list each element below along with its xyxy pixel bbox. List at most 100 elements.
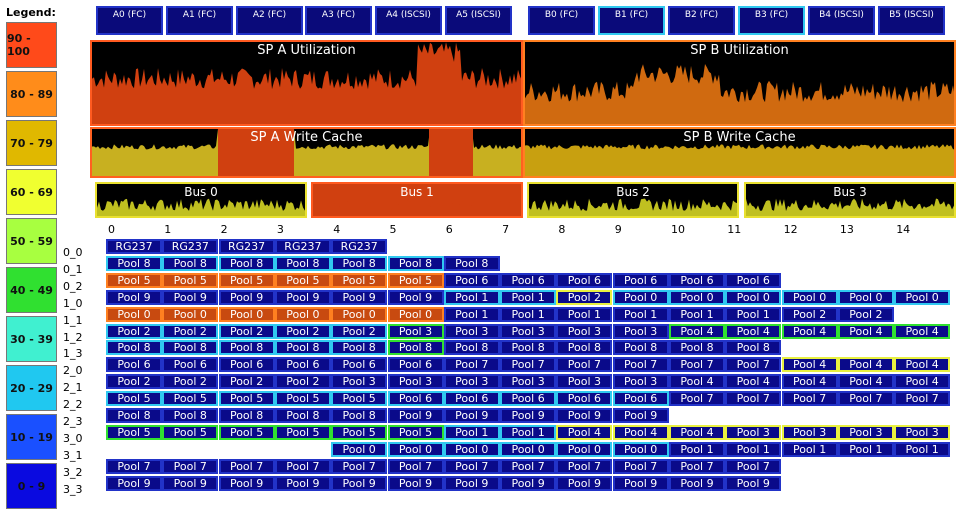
disk-cell[interactable]: Pool 7 xyxy=(556,458,613,474)
disk-cell[interactable]: Pool 6 xyxy=(387,357,444,373)
disk-cell[interactable]: Pool 0 xyxy=(387,306,444,322)
disk-cell[interactable]: Pool 0 xyxy=(274,306,331,322)
disk-cell[interactable]: Pool 4 xyxy=(894,323,951,339)
disk-cell[interactable]: Pool 2 xyxy=(218,323,275,339)
disk-cell[interactable]: Pool 4 xyxy=(781,323,838,339)
disk-cell[interactable]: Pool 0 xyxy=(669,289,725,305)
disk-cell[interactable]: Pool 3 xyxy=(387,374,444,390)
disk-cell[interactable]: Pool 2 xyxy=(556,289,613,305)
disk-cell[interactable]: Pool 8 xyxy=(443,340,500,356)
disk-cell[interactable]: Pool 8 xyxy=(331,340,388,356)
disk-cell[interactable]: Pool 4 xyxy=(669,424,725,440)
disk-cell[interactable]: Pool 9 xyxy=(669,475,725,491)
disk-cell[interactable]: Pool 1 xyxy=(725,441,782,457)
disk-cell[interactable]: Pool 6 xyxy=(669,272,725,288)
disk-cell[interactable]: Pool 3 xyxy=(781,424,838,440)
disk-cell[interactable]: Pool 9 xyxy=(443,408,500,423)
disk-cell[interactable]: Pool 4 xyxy=(556,424,613,440)
disk-cell[interactable]: Pool 1 xyxy=(837,441,894,457)
disk-cell[interactable]: Pool 8 xyxy=(387,340,444,356)
disk-cell[interactable]: Pool 0 xyxy=(331,306,388,322)
disk-cell[interactable]: Pool 7 xyxy=(669,357,725,373)
disk-cell[interactable]: RG237 xyxy=(162,239,219,254)
disk-cell[interactable]: Pool 8 xyxy=(669,340,725,356)
disk-cell[interactable]: Pool 8 xyxy=(725,340,782,356)
disk-cell[interactable]: Pool 6 xyxy=(556,391,613,407)
disk-cell[interactable]: Pool 4 xyxy=(781,374,838,390)
disk-cell[interactable]: Pool 8 xyxy=(106,255,162,271)
disk-cell[interactable]: Pool 9 xyxy=(162,289,219,305)
disk-cell[interactable]: Pool 0 xyxy=(837,289,894,305)
disk-cell[interactable]: Pool 5 xyxy=(331,424,388,440)
disk-cell[interactable]: Pool 1 xyxy=(443,289,500,305)
disk-cell[interactable]: Pool 3 xyxy=(612,323,669,339)
disk-cell[interactable]: Pool 9 xyxy=(106,289,162,305)
disk-cell[interactable]: Pool 2 xyxy=(106,323,162,339)
disk-cell[interactable]: Pool 6 xyxy=(612,272,669,288)
disk-cell[interactable]: RG237 xyxy=(218,239,275,254)
disk-cell[interactable]: Pool 8 xyxy=(387,255,444,271)
disk-cell[interactable]: Pool 9 xyxy=(612,408,669,423)
disk-cell[interactable]: Pool 7 xyxy=(669,391,725,407)
disk-cell[interactable]: Pool 9 xyxy=(387,289,444,305)
disk-cell[interactable]: Pool 4 xyxy=(725,323,782,339)
disk-cell[interactable]: Pool 0 xyxy=(556,441,613,457)
disk-cell[interactable]: Pool 7 xyxy=(443,458,500,474)
disk-cell[interactable]: Pool 1 xyxy=(500,306,557,322)
disk-cell[interactable]: Pool 7 xyxy=(725,391,782,407)
disk-cell[interactable]: Pool 1 xyxy=(500,424,557,440)
disk-cell[interactable]: Pool 0 xyxy=(725,289,782,305)
disk-cell[interactable]: Pool 8 xyxy=(162,408,219,423)
disk-cell[interactable]: Pool 0 xyxy=(781,289,838,305)
disk-cell[interactable]: Pool 6 xyxy=(162,357,219,373)
disk-cell[interactable]: Pool 8 xyxy=(162,255,219,271)
disk-cell[interactable]: Pool 9 xyxy=(387,408,444,423)
disk-cell[interactable]: Pool 0 xyxy=(218,306,275,322)
disk-cell[interactable]: Pool 5 xyxy=(162,272,219,288)
disk-cell[interactable]: Pool 3 xyxy=(443,374,500,390)
disk-cell[interactable]: Pool 7 xyxy=(725,357,782,373)
disk-cell[interactable]: Pool 2 xyxy=(837,306,894,322)
disk-cell[interactable]: Pool 2 xyxy=(274,323,331,339)
disk-cell[interactable]: Pool 4 xyxy=(894,357,951,373)
disk-cell[interactable]: Pool 8 xyxy=(218,255,275,271)
disk-cell[interactable]: Pool 9 xyxy=(612,475,669,491)
disk-cell[interactable]: Pool 6 xyxy=(331,357,388,373)
disk-cell[interactable]: Pool 5 xyxy=(274,424,331,440)
disk-cell[interactable]: Pool 9 xyxy=(218,475,275,491)
disk-cell[interactable]: Pool 8 xyxy=(106,340,162,356)
disk-cell[interactable]: Pool 8 xyxy=(218,408,275,423)
disk-cell[interactable]: Pool 1 xyxy=(500,289,557,305)
disk-cell[interactable]: Pool 7 xyxy=(837,391,894,407)
port-box[interactable]: A4 (ISCSI) xyxy=(375,6,442,35)
disk-cell[interactable]: Pool 7 xyxy=(218,458,275,474)
disk-cell[interactable]: Pool 7 xyxy=(106,458,162,474)
disk-cell[interactable]: Pool 9 xyxy=(106,475,162,491)
disk-cell[interactable]: Pool 7 xyxy=(331,458,388,474)
disk-cell[interactable]: Pool 4 xyxy=(669,374,725,390)
port-box[interactable]: B3 (FC) xyxy=(738,6,805,35)
disk-cell[interactable]: Pool 5 xyxy=(162,391,219,407)
disk-cell[interactable]: Pool 4 xyxy=(612,424,669,440)
disk-cell[interactable]: Pool 8 xyxy=(443,255,500,271)
disk-cell[interactable]: Pool 4 xyxy=(837,374,894,390)
disk-cell[interactable]: Pool 2 xyxy=(331,323,388,339)
disk-cell[interactable]: RG237 xyxy=(331,239,388,254)
port-box[interactable]: A1 (FC) xyxy=(166,6,233,35)
disk-cell[interactable]: Pool 1 xyxy=(669,441,725,457)
disk-cell[interactable]: Pool 9 xyxy=(274,289,331,305)
disk-cell[interactable]: Pool 1 xyxy=(781,441,838,457)
disk-cell[interactable]: RG237 xyxy=(106,239,162,254)
disk-cell[interactable]: Pool 8 xyxy=(218,340,275,356)
disk-cell[interactable]: Pool 2 xyxy=(274,374,331,390)
disk-cell[interactable]: Pool 5 xyxy=(331,391,388,407)
disk-cell[interactable]: Pool 2 xyxy=(162,374,219,390)
sp-b-write-cache-panel[interactable]: SP B Write Cache xyxy=(523,127,956,178)
disk-cell[interactable]: Pool 0 xyxy=(106,306,162,322)
disk-cell[interactable]: Pool 6 xyxy=(387,391,444,407)
disk-cell[interactable]: Pool 9 xyxy=(274,475,331,491)
disk-cell[interactable]: Pool 0 xyxy=(500,441,557,457)
bus-panel[interactable]: Bus 1 xyxy=(311,182,523,218)
disk-cell[interactable]: Pool 3 xyxy=(387,323,444,339)
disk-cell[interactable]: Pool 7 xyxy=(387,458,444,474)
